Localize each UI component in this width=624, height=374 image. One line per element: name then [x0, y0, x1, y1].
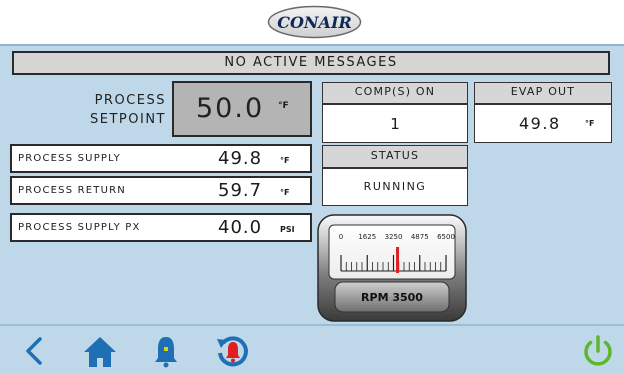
gauge-tick-label: 4875	[411, 233, 429, 241]
process-supply-px-unit: PSI	[280, 225, 295, 234]
process-return-row: PROCESS RETURN 59.7 °F	[10, 176, 312, 205]
comps-on-value: 1	[322, 104, 468, 143]
process-supply-value: 49.8	[218, 148, 263, 169]
gauge-tick-label: 3250	[385, 233, 403, 241]
process-supply-label: PROCESS SUPPLY	[18, 153, 121, 164]
process-return-value: 59.7	[218, 180, 263, 201]
setpoint-label-line1: PROCESS	[94, 93, 166, 108]
evap-out-header: EVAP OUT	[474, 82, 612, 104]
process-supply-unit: °F	[280, 156, 290, 165]
setpoint-unit: °F	[278, 101, 289, 111]
status-header: STATUS	[322, 145, 468, 168]
svg-text:CONAIR: CONAIR	[277, 13, 352, 32]
main-panel: NO ACTIVE MESSAGES PROCESS SETPOINT 50.0…	[0, 46, 624, 326]
power-icon[interactable]	[580, 334, 616, 368]
evap-out-box: 49.8 °F	[474, 104, 612, 143]
setpoint-value: 50.0	[196, 93, 265, 124]
message-banner[interactable]: NO ACTIVE MESSAGES	[12, 51, 610, 75]
gauge-tick-label: 1625	[358, 233, 376, 241]
process-supply-px-value: 40.0	[218, 217, 263, 238]
conair-logo: CONAIR	[267, 5, 362, 39]
bell-icon[interactable]	[148, 334, 184, 368]
gauge-tick-label: 6500	[437, 233, 455, 241]
comps-on-header: COMP(S) ON	[322, 82, 468, 104]
status-value: RUNNING	[322, 168, 468, 206]
process-supply-row: PROCESS SUPPLY 49.8 °F	[10, 144, 312, 173]
rpm-gauge-svg: 0 1625 3250 4875 6500 RPM 3500	[317, 214, 467, 322]
process-return-label: PROCESS RETURN	[18, 185, 126, 196]
back-chevron-icon[interactable]	[18, 334, 54, 368]
footer-nav	[0, 326, 624, 374]
rpm-needle	[396, 247, 400, 273]
banner-text: NO ACTIVE MESSAGES	[224, 55, 398, 70]
process-setpoint-label: PROCESS SETPOINT	[10, 85, 170, 137]
rpm-label: RPM 3500	[361, 291, 423, 304]
evap-out-unit: °F	[585, 119, 595, 128]
evap-out-value: 49.8	[519, 114, 561, 133]
rpm-gauge[interactable]: 0 1625 3250 4875 6500 RPM 3500	[317, 214, 467, 322]
setpoint-label-line2: SETPOINT	[90, 112, 166, 127]
setpoint-input[interactable]: 50.0 °F	[172, 81, 312, 137]
alarm-history-icon[interactable]	[214, 334, 250, 368]
gauge-tick-label: 0	[339, 233, 343, 241]
home-icon[interactable]	[82, 334, 118, 368]
process-supply-px-label: PROCESS SUPPLY PX	[18, 222, 141, 233]
process-return-unit: °F	[280, 188, 290, 197]
header-bar: CONAIR	[0, 0, 624, 44]
process-supply-px-row: PROCESS SUPPLY PX 40.0 PSI	[10, 213, 312, 242]
